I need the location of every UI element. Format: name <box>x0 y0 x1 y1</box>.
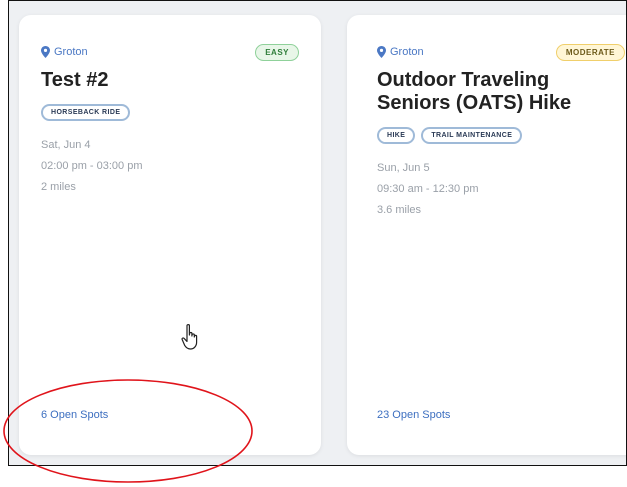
activity-tags: HORSEBACK RIDE <box>41 104 299 121</box>
event-time: 02:00 pm - 03:00 pm <box>41 160 143 172</box>
card-header: Groton EASY <box>41 41 299 63</box>
event-details: Sat, Jun 4 02:00 pm - 03:00 pm 2 miles <box>41 135 299 198</box>
activity-tags: HIKE TRAIL MAINTENANCE <box>377 127 625 144</box>
location-label: Groton <box>390 46 424 58</box>
event-card[interactable]: Groton MODERATE Outdoor Traveling Senior… <box>347 15 626 455</box>
map-pin-icon <box>41 46 50 58</box>
open-spots-link[interactable]: 23 Open Spots <box>377 409 450 421</box>
activity-tag: TRAIL MAINTENANCE <box>421 127 523 144</box>
activity-tag: HORSEBACK RIDE <box>41 104 131 121</box>
difficulty-badge: EASY <box>255 43 299 61</box>
event-date: Sun, Jun 5 <box>377 162 430 174</box>
map-pin-icon <box>377 46 386 58</box>
event-distance: 2 miles <box>41 181 76 193</box>
event-time: 09:30 am - 12:30 pm <box>377 183 479 195</box>
activity-tag: HIKE <box>377 127 416 144</box>
event-location: Groton <box>377 46 424 58</box>
difficulty-badge: MODERATE <box>555 43 625 61</box>
annotation-ring <box>3 379 253 483</box>
event-date: Sat, Jun 4 <box>41 139 91 151</box>
event-distance: 3.6 miles <box>377 204 422 216</box>
event-details: Sun, Jun 5 09:30 am - 12:30 pm 3.6 miles <box>377 158 625 221</box>
hand-cursor-icon <box>180 323 202 351</box>
event-title: Outdoor Traveling Seniors (OATS) Hike <box>377 69 572 114</box>
event-location: Groton <box>41 46 88 58</box>
event-title: Test #2 <box>41 69 109 91</box>
card-header: Groton MODERATE <box>377 41 625 63</box>
location-label: Groton <box>54 46 88 58</box>
